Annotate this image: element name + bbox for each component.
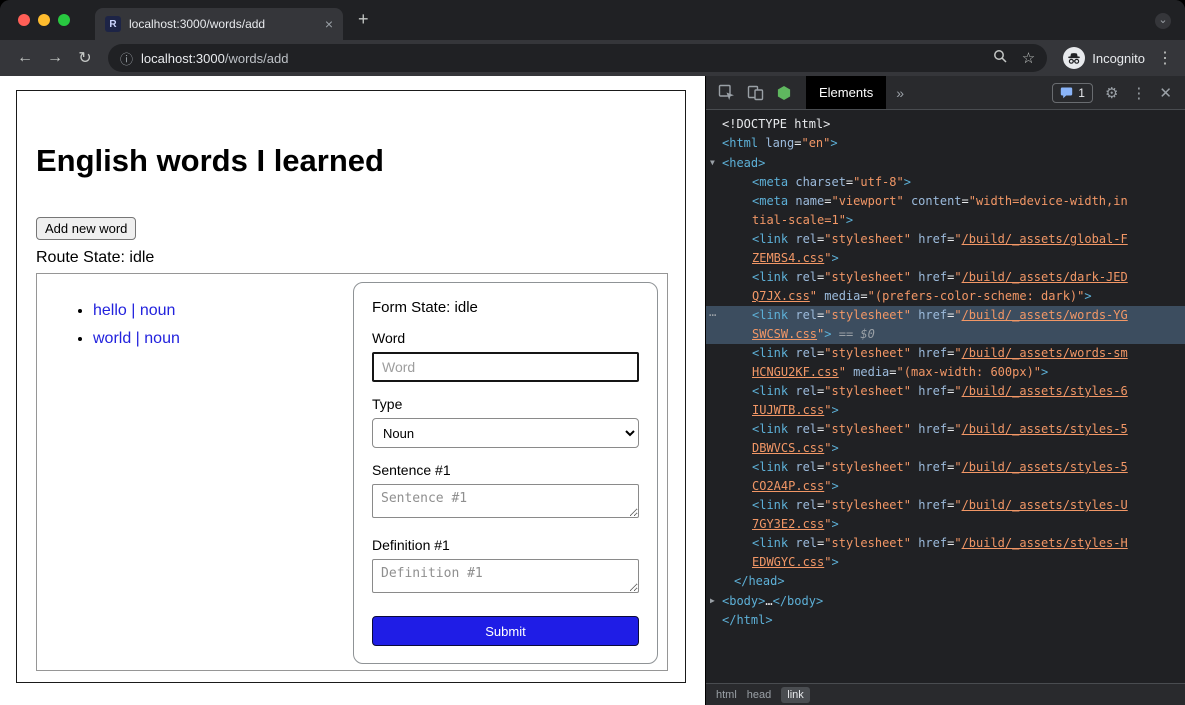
code-line[interactable]: 7GY3E2.css"> <box>706 515 1185 534</box>
definition-label: Definition #1 <box>372 537 639 553</box>
inspect-element-icon[interactable] <box>718 84 735 101</box>
code-line[interactable]: <link rel="stylesheet" href="/build/_ass… <box>706 458 1185 477</box>
type-select[interactable]: Noun <box>372 418 639 448</box>
code-line[interactable]: tial-scale=1"> <box>706 211 1185 230</box>
route-state-text: Route State: idle <box>36 249 666 267</box>
word-input[interactable] <box>372 352 639 382</box>
devtools-menu-icon[interactable]: ⋮ <box>1131 84 1146 102</box>
issue-bubble-icon <box>1060 87 1073 99</box>
code-line[interactable]: <meta name="viewport" content="width=dev… <box>706 192 1185 211</box>
word-label: Word <box>372 330 639 346</box>
breadcrumb-head[interactable]: head <box>747 689 771 701</box>
code-line[interactable]: HCNGU2KF.css" media="(max-width: 600px)"… <box>706 363 1185 382</box>
fullscreen-window-button[interactable] <box>58 14 70 26</box>
tab-title: localhost:3000/words/add <box>129 17 317 31</box>
submit-button[interactable]: Submit <box>372 616 639 646</box>
code-line[interactable]: SWCSW.css"> == $0 <box>706 325 1185 344</box>
devtools-panel: Elements » 1 ⚙ ⋮ ✕ <!DOCTYPE html><html … <box>705 76 1185 705</box>
more-panels-icon[interactable]: » <box>896 85 904 101</box>
code-line[interactable]: </html> <box>706 611 1185 630</box>
app-container: English words I learned Add new word Rou… <box>16 90 686 683</box>
favicon: R <box>105 16 121 32</box>
code-line[interactable]: <link rel="stylesheet" href="/build/_ass… <box>706 268 1185 287</box>
reload-button[interactable]: ↻ <box>70 48 100 68</box>
collapse-arrow-icon[interactable]: ▶ <box>710 591 722 610</box>
close-window-button[interactable] <box>18 14 30 26</box>
code-line[interactable]: <link rel="stylesheet" href="/build/_ass… <box>706 420 1185 439</box>
incognito-icon <box>1063 47 1085 69</box>
tab-close-icon[interactable]: × <box>325 17 333 31</box>
navigation-bar: ← → ↻ ⓘ localhost:3000/words/add ☆ Incog… <box>0 40 1185 76</box>
code-line[interactable]: ZEMBS4.css"> <box>706 249 1185 268</box>
code-line[interactable]: <html lang="en"> <box>706 134 1185 153</box>
word-link-hello[interactable]: hello | noun <box>93 302 175 319</box>
code-line[interactable]: ▼<head> <box>706 153 1185 173</box>
form-state-text: Form State: idle <box>372 299 639 316</box>
sentence-label: Sentence #1 <box>372 462 639 478</box>
code-line[interactable]: </head> <box>706 572 1185 591</box>
issues-count: 1 <box>1078 86 1085 100</box>
word-link-world[interactable]: world | noun <box>93 330 180 347</box>
code-line[interactable]: DBWVCS.css"> <box>706 439 1185 458</box>
code-line[interactable]: CO2A4P.css"> <box>706 477 1185 496</box>
gutter-dots-icon[interactable]: ⋯ <box>709 306 716 325</box>
issues-counter[interactable]: 1 <box>1052 83 1093 103</box>
code-line[interactable]: IUJWTB.css"> <box>706 401 1185 420</box>
code-line[interactable]: ⋯<link rel="stylesheet" href="/build/_as… <box>706 306 1185 325</box>
bookmark-star-icon[interactable]: ☆ <box>1022 49 1035 67</box>
url-bar[interactable]: ⓘ localhost:3000/words/add ☆ <box>108 44 1047 72</box>
breadcrumb-link[interactable]: link <box>781 687 810 703</box>
devtools-toolbar: Elements » 1 ⚙ ⋮ ✕ <box>706 76 1185 110</box>
devtools-breadcrumbs: html head link <box>706 683 1185 705</box>
incognito-label: Incognito <box>1092 51 1145 66</box>
code-line[interactable]: <link rel="stylesheet" href="/build/_ass… <box>706 382 1185 401</box>
code-line[interactable]: ▶<body>…</body> <box>706 591 1185 611</box>
add-new-word-button[interactable]: Add new word <box>36 217 136 240</box>
tab-strip: R localhost:3000/words/add × + ⌄ <box>0 0 1185 40</box>
devtools-close-icon[interactable]: ✕ <box>1159 84 1172 102</box>
code-line[interactable]: <link rel="stylesheet" href="/build/_ass… <box>706 496 1185 515</box>
words-panel: hello | noun world | noun Form State: id… <box>36 273 668 671</box>
forward-button[interactable]: → <box>40 49 70 67</box>
code-line[interactable]: <link rel="stylesheet" href="/build/_ass… <box>706 534 1185 553</box>
url-text: localhost:3000/words/add <box>141 51 979 66</box>
devtools-settings-icon[interactable]: ⚙ <box>1105 84 1118 102</box>
sentence-textarea[interactable] <box>372 484 639 518</box>
definition-textarea[interactable] <box>372 559 639 593</box>
code-line[interactable]: <link rel="stylesheet" href="/build/_ass… <box>706 230 1185 249</box>
tab-search-button[interactable]: ⌄ <box>1155 13 1171 29</box>
breadcrumb-html[interactable]: html <box>716 689 737 701</box>
code-line[interactable]: <!DOCTYPE html> <box>706 115 1185 134</box>
code-line[interactable]: Q7JX.css" media="(prefers-color-scheme: … <box>706 287 1185 306</box>
new-tab-button[interactable]: + <box>358 9 369 30</box>
browser-window: R localhost:3000/words/add × + ⌄ ← → ↻ ⓘ… <box>0 0 1185 705</box>
code-line[interactable]: <link rel="stylesheet" href="/build/_ass… <box>706 344 1185 363</box>
browser-menu-icon[interactable]: ⋮ <box>1155 48 1175 68</box>
browser-tab[interactable]: R localhost:3000/words/add × <box>95 8 343 40</box>
devtools-code[interactable]: <!DOCTYPE html><html lang="en">▼<head><m… <box>706 110 1185 683</box>
minimize-window-button[interactable] <box>38 14 50 26</box>
site-info-icon[interactable]: ⓘ <box>120 49 133 68</box>
web-page: English words I learned Add new word Rou… <box>0 76 705 705</box>
code-line[interactable]: EDWGYC.css"> <box>706 553 1185 572</box>
type-label: Type <box>372 396 639 412</box>
incognito-badge[interactable]: Incognito <box>1063 47 1145 69</box>
url-path: /words/add <box>225 51 289 66</box>
url-host: localhost:3000 <box>141 51 225 66</box>
extension-hexagon-icon[interactable] <box>776 85 792 101</box>
page-title: English words I learned <box>36 143 666 179</box>
expand-arrow-icon[interactable]: ▼ <box>710 153 722 172</box>
device-toolbar-icon[interactable] <box>747 84 764 101</box>
back-button[interactable]: ← <box>10 49 40 67</box>
tab-elements[interactable]: Elements <box>806 76 886 109</box>
code-line[interactable]: <meta charset="utf-8"> <box>706 173 1185 192</box>
traffic-lights <box>18 14 70 26</box>
add-word-form: Form State: idle Word Type Noun Sentence… <box>353 282 658 664</box>
zoom-icon[interactable] <box>993 49 1008 68</box>
